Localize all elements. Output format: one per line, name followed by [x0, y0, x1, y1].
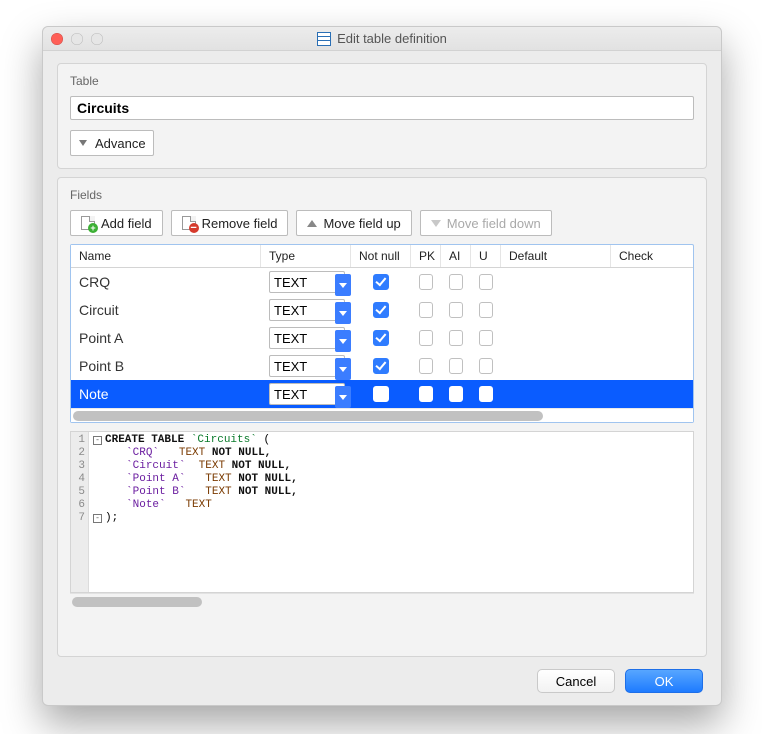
table-panel-label: Table [70, 74, 694, 88]
cell-name[interactable]: CRQ [71, 274, 261, 290]
triangle-up-icon [307, 220, 317, 227]
notnull-checkbox[interactable] [373, 330, 389, 346]
type-input[interactable] [269, 355, 345, 377]
panel-horizontal-scrollbar[interactable] [70, 593, 694, 609]
type-input[interactable] [269, 383, 345, 405]
col-u[interactable]: U [471, 245, 501, 267]
sql-preview: 1234567 -CREATE TABLE `Circuits` ( `CRQ`… [70, 431, 694, 593]
table-row[interactable]: Circuit [71, 296, 693, 324]
titlebar: Edit table definition [43, 27, 721, 51]
type-dropdown-icon[interactable] [335, 386, 351, 408]
triangle-down-icon [431, 220, 441, 227]
cell-name[interactable]: Point B [71, 358, 261, 374]
move-up-button[interactable]: Move field up [296, 210, 411, 236]
pk-checkbox[interactable] [419, 274, 433, 290]
cell-type[interactable] [261, 327, 351, 349]
notnull-checkbox[interactable] [373, 274, 389, 290]
dialog-edit-table-definition: Edit table definition Table Advance Fiel… [42, 26, 722, 706]
table-panel: Table Advance [57, 63, 707, 169]
close-icon[interactable] [51, 33, 63, 45]
col-pk[interactable]: PK [411, 245, 441, 267]
col-name[interactable]: Name [71, 245, 261, 267]
cell-name[interactable]: Point A [71, 330, 261, 346]
type-dropdown-icon[interactable] [335, 358, 351, 380]
move-down-label: Move field down [447, 216, 541, 231]
unique-checkbox[interactable] [479, 358, 493, 374]
add-field-button[interactable]: + Add field [70, 210, 163, 236]
unique-checkbox[interactable] [479, 302, 493, 318]
type-dropdown-icon[interactable] [335, 330, 351, 352]
ai-checkbox[interactable] [449, 358, 463, 374]
remove-field-label: Remove field [202, 216, 278, 231]
type-input[interactable] [269, 327, 345, 349]
window-title: Edit table definition [337, 31, 447, 46]
unique-checkbox[interactable] [479, 386, 493, 402]
cancel-button[interactable]: Cancel [537, 669, 615, 693]
table-row[interactable]: Point A [71, 324, 693, 352]
type-input[interactable] [269, 271, 345, 293]
advance-button-label: Advance [95, 136, 146, 151]
advance-button[interactable]: Advance [70, 130, 154, 156]
fields-grid: Name Type Not null PK AI U Default Check… [70, 244, 694, 423]
sql-code[interactable]: -CREATE TABLE `Circuits` ( `CRQ` TEXT NO… [89, 432, 693, 592]
add-field-label: Add field [101, 216, 152, 231]
page-add-icon: + [81, 216, 95, 230]
col-ai[interactable]: AI [441, 245, 471, 267]
ai-checkbox[interactable] [449, 302, 463, 318]
table-icon [317, 32, 331, 46]
cell-type[interactable] [261, 271, 351, 293]
ok-button[interactable]: OK [625, 669, 703, 693]
ai-checkbox[interactable] [449, 330, 463, 346]
cell-type[interactable] [261, 355, 351, 377]
type-input[interactable] [269, 299, 345, 321]
page-remove-icon: − [182, 216, 196, 230]
type-dropdown-icon[interactable] [335, 302, 351, 324]
remove-field-button[interactable]: − Remove field [171, 210, 289, 236]
notnull-checkbox[interactable] [373, 358, 389, 374]
col-type[interactable]: Type [261, 245, 351, 267]
table-name-input[interactable] [70, 96, 694, 120]
pk-checkbox[interactable] [419, 386, 433, 402]
unique-checkbox[interactable] [479, 274, 493, 290]
fields-panel: Fields + Add field − Remove field Move f… [57, 177, 707, 657]
grid-header: Name Type Not null PK AI U Default Check [71, 245, 693, 268]
type-dropdown-icon[interactable] [335, 274, 351, 296]
fields-panel-label: Fields [70, 188, 694, 202]
cell-type[interactable] [261, 299, 351, 321]
move-up-label: Move field up [323, 216, 400, 231]
move-down-button: Move field down [420, 210, 552, 236]
table-row[interactable]: Note [71, 380, 693, 408]
grid-horizontal-scrollbar[interactable] [71, 408, 693, 422]
pk-checkbox[interactable] [419, 358, 433, 374]
notnull-checkbox[interactable] [373, 302, 389, 318]
sql-gutter: 1234567 [71, 432, 89, 592]
pk-checkbox[interactable] [419, 330, 433, 346]
notnull-checkbox[interactable] [373, 386, 389, 402]
cell-name[interactable]: Circuit [71, 302, 261, 318]
ai-checkbox[interactable] [449, 274, 463, 290]
zoom-icon [91, 33, 103, 45]
pk-checkbox[interactable] [419, 302, 433, 318]
table-row[interactable]: CRQ [71, 268, 693, 296]
ai-checkbox[interactable] [449, 386, 463, 402]
cell-type[interactable] [261, 383, 351, 405]
minimize-icon [71, 33, 83, 45]
col-check[interactable]: Check [611, 245, 662, 267]
unique-checkbox[interactable] [479, 330, 493, 346]
col-default[interactable]: Default [501, 245, 611, 267]
table-row[interactable]: Point B [71, 352, 693, 380]
chevron-down-icon [79, 140, 87, 146]
cell-name[interactable]: Note [71, 386, 261, 402]
col-notnull[interactable]: Not null [351, 245, 411, 267]
